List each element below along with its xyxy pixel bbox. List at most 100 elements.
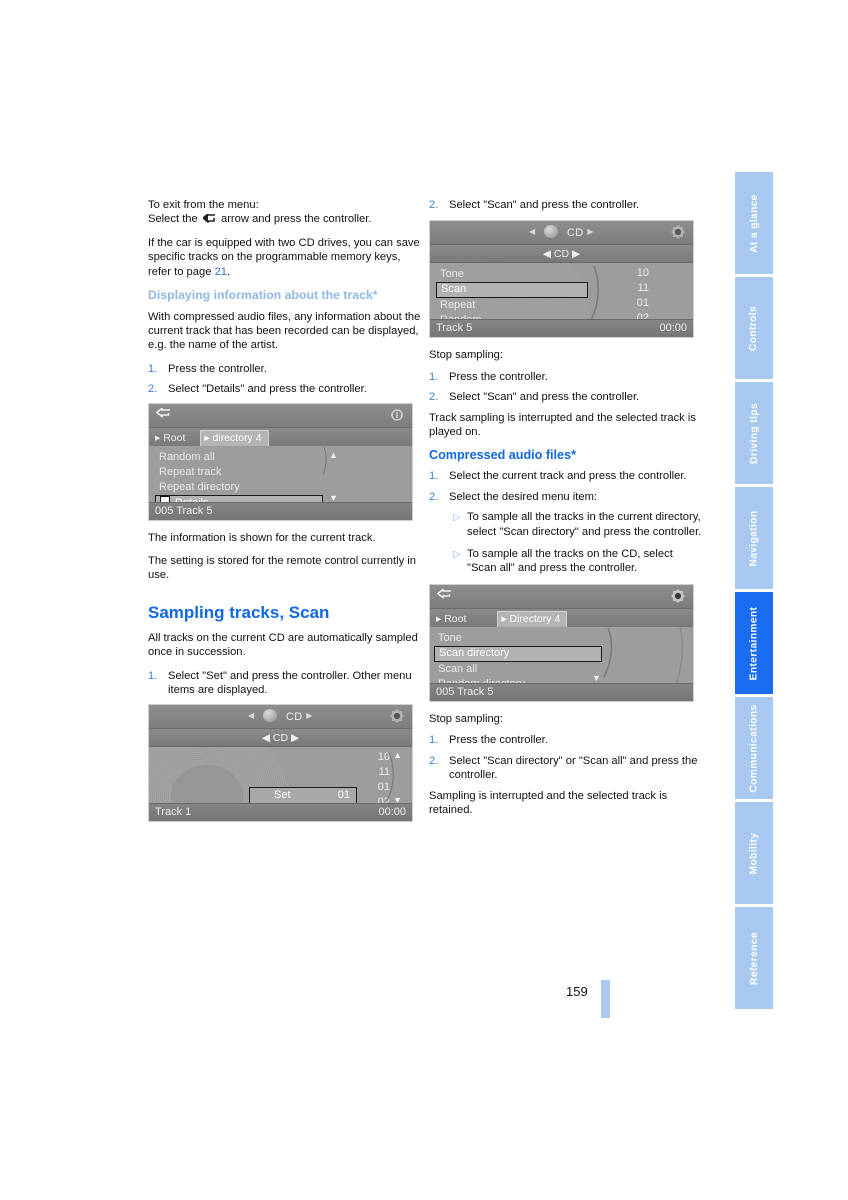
chevron-right-icon[interactable]: ▶ bbox=[306, 711, 313, 720]
tab-navigation[interactable]: Navigation bbox=[735, 487, 773, 589]
screen-scan-directory-menu: ▸ Root ▸ Directory 4 Tone Scan directory… bbox=[429, 583, 694, 702]
menu-item-tone[interactable]: Tone bbox=[434, 631, 602, 646]
left-text-column: To exit from the menu: Select the arrow … bbox=[148, 198, 421, 832]
screen-body: Random all Repeat track Repeat directory… bbox=[149, 445, 412, 503]
set-highlight-box[interactable]: Set 01 bbox=[249, 786, 357, 804]
status-track: Track 5 bbox=[436, 322, 473, 335]
scroll-curve-decoration bbox=[386, 752, 394, 801]
settings-gear-icon[interactable] bbox=[670, 224, 686, 240]
step-text: Press the controller. bbox=[168, 362, 267, 375]
heading-displaying-information: Displaying information about the track* bbox=[148, 288, 378, 303]
screen-body: Tone Scan directory Scan all Random dire… bbox=[430, 626, 693, 684]
settings-gear-icon[interactable] bbox=[670, 588, 686, 604]
step-number: 1. bbox=[429, 734, 439, 747]
breadcrumb-root[interactable]: ▸ Root bbox=[436, 612, 466, 626]
chevron-left-icon[interactable]: ◀ bbox=[529, 227, 536, 236]
step-text: Select "Scan directory" or "Scan all" an… bbox=[449, 754, 698, 782]
bullet-text: To sample all the tracks on the CD, sele… bbox=[467, 548, 673, 575]
tab-controls[interactable]: Controls bbox=[735, 277, 773, 379]
track-number[interactable]: 01 bbox=[619, 296, 649, 311]
tab-label: Controls bbox=[748, 305, 760, 351]
exit-menu-line2-pre: Select the bbox=[148, 213, 198, 226]
menu-item-scan[interactable]: Scan bbox=[436, 282, 588, 299]
step-number: 1. bbox=[148, 669, 158, 682]
menu-item-scan-directory[interactable]: Scan directory bbox=[434, 645, 602, 662]
screen-topbar bbox=[149, 403, 412, 428]
menu-item-scan-all[interactable]: Scan all bbox=[434, 662, 602, 677]
tab-reference[interactable]: Reference bbox=[735, 907, 773, 1009]
bullet-text: To sample all the tracks in the current … bbox=[467, 511, 702, 538]
compressed-step-1: 1. Select the current track and press th… bbox=[429, 469, 702, 483]
tab-driving-tips[interactable]: Driving tips bbox=[735, 382, 773, 484]
chevron-right-icon[interactable]: ▶ bbox=[291, 732, 299, 744]
menu-item-tone[interactable]: Tone bbox=[436, 267, 588, 282]
step-text: Select the current track and press the c… bbox=[449, 470, 687, 483]
right-text-column: 2. Select "Scan" and press the controlle… bbox=[429, 198, 702, 826]
tab-mobility[interactable]: Mobility bbox=[735, 802, 773, 904]
track-sampling-paragraph: Track sampling is interrupted and the se… bbox=[429, 411, 696, 439]
step-text: Press the controller. bbox=[449, 734, 548, 747]
two-cd-drives-text: If the car is equipped with two CD drive… bbox=[148, 236, 420, 278]
status-track: Track 1 bbox=[155, 805, 192, 818]
scroll-curve-decoration bbox=[603, 627, 613, 678]
step-number: 2. bbox=[429, 391, 439, 404]
screen-subbar: ◀ CD ▶ bbox=[430, 245, 693, 264]
screen-topbar: ◀ CD ▶ bbox=[149, 704, 412, 729]
two-cd-drives-period: . bbox=[227, 265, 231, 278]
chevron-right-icon[interactable]: ▶ bbox=[572, 248, 580, 260]
page-reference-link[interactable]: 21 bbox=[215, 266, 227, 278]
screen-breadcrumb-bar: ▸ Root ▸ Directory 4 bbox=[430, 608, 693, 629]
chevron-left-icon[interactable]: ◀ bbox=[248, 711, 255, 720]
step-text: Select the desired menu item: bbox=[449, 490, 597, 503]
chevron-left-icon[interactable]: ◀ bbox=[543, 248, 551, 260]
chevron-right-icon[interactable]: ▶ bbox=[587, 227, 594, 236]
settings-gear-icon[interactable] bbox=[389, 708, 405, 724]
menu-item-repeat[interactable]: Repeat bbox=[436, 298, 588, 313]
info-icon[interactable] bbox=[389, 407, 405, 423]
screen-body: 10 11 01 02 ▲ ▼ Set 01 bbox=[149, 746, 412, 804]
screen-body: Tone Scan Repeat Random 10 11 01 02 bbox=[430, 263, 693, 321]
stop-step-2-1: 1. Press the controller. bbox=[429, 733, 702, 747]
tab-label: Driving tips bbox=[748, 402, 760, 464]
scroll-up-caret[interactable]: ▲ bbox=[329, 448, 338, 462]
screen-subtitle-label: CD bbox=[272, 731, 289, 744]
menu-item-random-all[interactable]: Random all bbox=[155, 450, 323, 465]
tab-at-a-glance[interactable]: At a glance bbox=[735, 172, 773, 274]
tab-entertainment[interactable]: Entertainment bbox=[735, 592, 773, 694]
breadcrumb-directory[interactable]: ▸ directory 4 bbox=[200, 429, 269, 448]
menu-item-repeat-directory[interactable]: Repeat directory bbox=[155, 480, 323, 495]
sampling-interrupted-paragraph: Sampling is interrupted and the selected… bbox=[429, 789, 668, 816]
screen-details-menu: ▸ Root ▸ directory 4 Random all Repeat t… bbox=[148, 402, 413, 521]
menu-item-repeat-track[interactable]: Repeat track bbox=[155, 465, 323, 480]
step-text: Select "Set" and press the controller. O… bbox=[168, 669, 412, 697]
breadcrumb-directory[interactable]: ▸ Directory 4 bbox=[497, 610, 568, 629]
scroll-curve-decoration-right bbox=[675, 626, 684, 684]
track-number[interactable]: 11 bbox=[619, 281, 649, 296]
manual-page: To exit from the menu: Select the arrow … bbox=[0, 0, 848, 1200]
status-track: 005 Track 5 bbox=[155, 504, 213, 517]
track-number[interactable]: 10 bbox=[619, 266, 649, 281]
back-arrow-icon[interactable] bbox=[436, 587, 452, 605]
exit-menu-line1: To exit from the menu: bbox=[148, 199, 259, 211]
tab-communications[interactable]: Communications bbox=[735, 697, 773, 799]
tab-label: Communications bbox=[748, 703, 760, 793]
tab-label: At a glance bbox=[748, 193, 760, 253]
step-details-1: 1. Press the controller. bbox=[148, 362, 421, 376]
track-number-list: 10 11 01 02 bbox=[619, 266, 649, 320]
back-arrow-icon[interactable] bbox=[155, 406, 171, 424]
page-number: 159 bbox=[566, 984, 588, 999]
stop-sampling-label-2: Stop sampling: bbox=[429, 712, 504, 725]
compressed-audio-paragraph: With compressed audio files, any informa… bbox=[148, 310, 421, 352]
screen-title-label: CD bbox=[566, 227, 584, 240]
step-number: 2. bbox=[429, 754, 439, 767]
tab-label: Reference bbox=[748, 931, 760, 985]
section-tab-rail: At a glance Controls Driving tips Naviga… bbox=[735, 172, 773, 1012]
status-time: 00:00 bbox=[659, 322, 687, 335]
chevron-left-icon[interactable]: ◀ bbox=[262, 732, 270, 744]
screen-breadcrumb-bar: ▸ Root ▸ directory 4 bbox=[149, 427, 412, 448]
breadcrumb-root[interactable]: ▸ Root bbox=[155, 431, 185, 445]
set-value: 01 bbox=[337, 788, 350, 801]
screen-statusbar: Track 5 00:00 bbox=[430, 319, 693, 338]
step-details-2: 2. Select "Details" and press the contro… bbox=[148, 382, 421, 396]
compressed-bullet-2: ▷ To sample all the tracks on the CD, se… bbox=[429, 547, 702, 576]
